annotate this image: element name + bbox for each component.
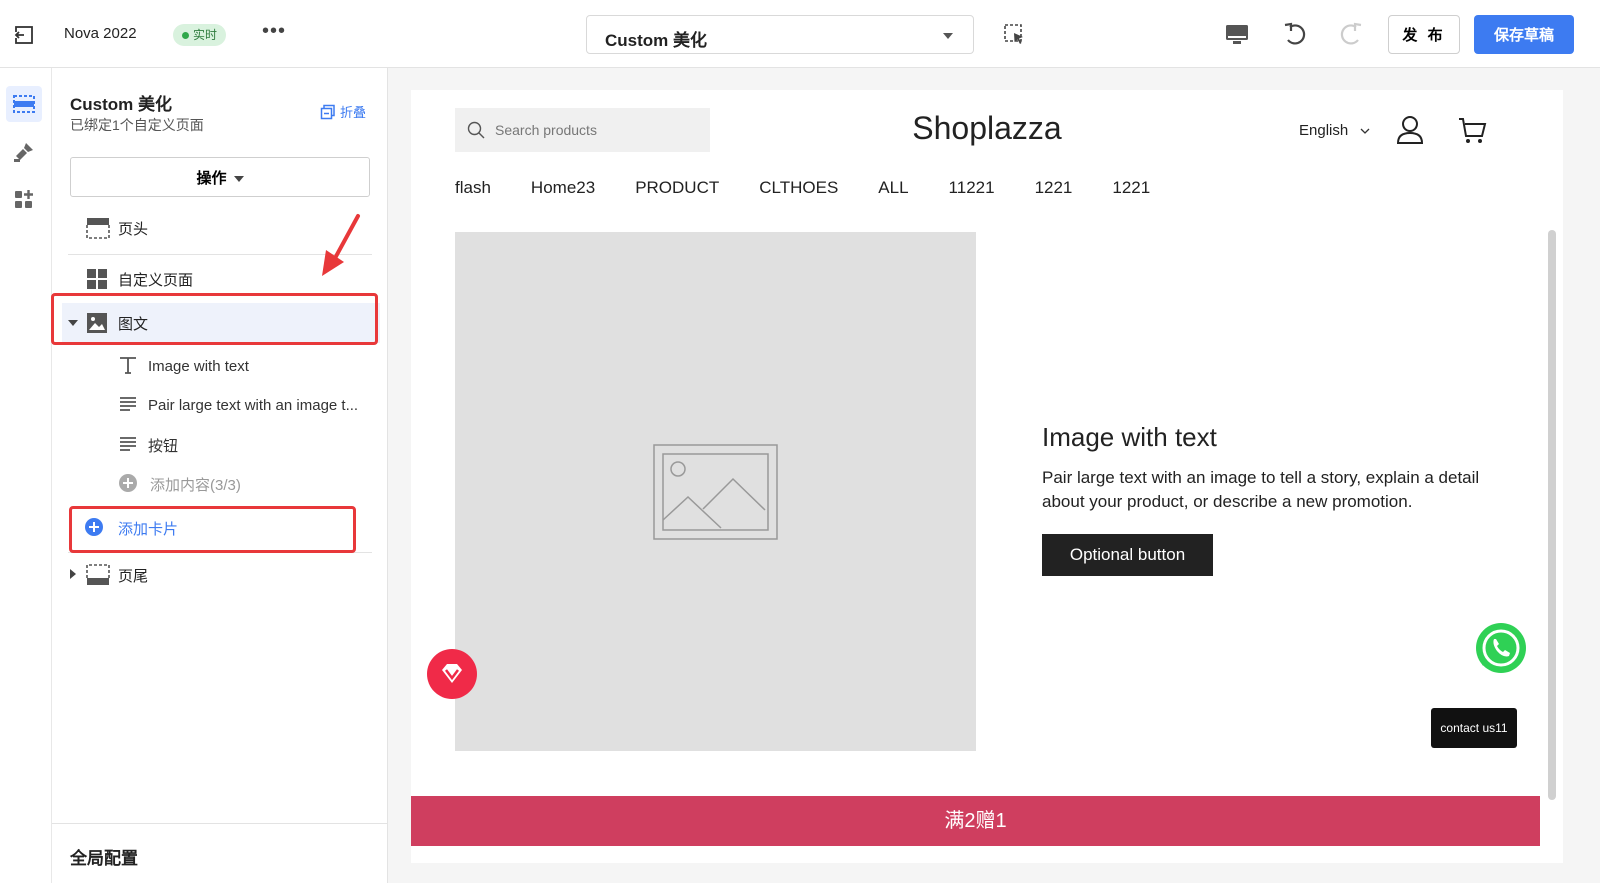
nav-link[interactable]: 1221 (1112, 178, 1150, 198)
tree-item-footer[interactable]: 页尾 (62, 555, 380, 595)
sections-icon[interactable] (6, 86, 42, 122)
expand-triangle-icon[interactable] (68, 320, 78, 326)
panel-title: Custom 美化 (70, 95, 172, 114)
nav-link[interactable]: 1221 (1035, 178, 1073, 198)
contact-us-button[interactable]: contact us11 (1431, 708, 1517, 748)
expand-triangle-icon[interactable] (70, 569, 76, 579)
image-placeholder-icon (653, 444, 778, 540)
chevron-down-icon (1360, 128, 1370, 134)
tree-child-label: 按钮 (148, 437, 179, 455)
redo-icon[interactable] (1336, 20, 1362, 46)
language-selector[interactable]: English (1299, 122, 1370, 139)
publish-button[interactable]: 发 布 (1388, 15, 1460, 54)
more-options-button[interactable]: ••• (262, 20, 286, 43)
caret-down-icon (233, 175, 244, 182)
nav-link[interactable]: ALL (878, 178, 908, 198)
search-placeholder: Search products (495, 122, 597, 138)
page-template-select[interactable]: Custom 美化 (586, 15, 974, 54)
search-icon (467, 121, 485, 139)
nav-link[interactable]: 11221 (949, 178, 995, 198)
section-panel: Custom 美化 已绑定1个自定义页面 折叠 操作 页头 自定义页面 图文 I… (52, 68, 388, 883)
left-rail (0, 68, 52, 883)
tree-child-label: Pair large text with an image t... (148, 396, 359, 414)
tree-divider (68, 552, 372, 553)
grid-layout-icon (86, 268, 108, 294)
add-card-button[interactable]: 添加卡片 (62, 508, 380, 548)
tree-label-image-text: 图文 (118, 315, 149, 333)
tree-item-image-text[interactable]: 图文 (62, 303, 380, 343)
tree-label-footer: 页尾 (118, 567, 149, 585)
section-body-text: Pair large text with an image to tell a … (1042, 468, 1480, 511)
add-card-label: 添加卡片 (118, 520, 179, 538)
page-template-value: Custom 美化 (605, 31, 707, 50)
add-content-label: 添加内容(3/3) (150, 476, 241, 494)
add-content-row[interactable]: 添加内容(3/3) (62, 464, 380, 504)
tree-label-custom-page: 自定义页面 (118, 271, 194, 289)
select-element-icon[interactable] (1002, 22, 1028, 48)
image-placeholder[interactable] (455, 232, 976, 751)
global-config-label: 全局配置 (70, 849, 138, 868)
paragraph-icon (118, 394, 138, 418)
nav-link[interactable]: PRODUCT (635, 178, 719, 198)
optional-button[interactable]: Optional button (1042, 534, 1213, 576)
nav-link[interactable]: Home23 (531, 178, 595, 198)
whatsapp-icon[interactable] (1475, 622, 1527, 679)
diamond-badge-icon[interactable] (426, 648, 478, 705)
desktop-preview-icon[interactable] (1224, 22, 1250, 48)
theme-style-brush-icon[interactable] (6, 134, 42, 170)
paragraph-icon (118, 434, 138, 458)
global-config-button[interactable]: 全局配置 (52, 823, 388, 883)
tree-child-block[interactable]: Image with text (62, 346, 380, 386)
panel-subtitle: 已绑定1个自定义页面 (70, 117, 204, 133)
apps-plugin-icon[interactable] (6, 182, 42, 218)
plus-circle-blue-icon (84, 517, 104, 541)
tree-label-header: 页头 (118, 220, 149, 238)
header-section-icon (86, 217, 110, 243)
store-name: Nova 2022 (64, 25, 137, 42)
footer-section-icon (86, 564, 110, 590)
nav-link[interactable]: CLTHOES (759, 178, 838, 198)
main-nav: flash Home23 PRODUCT CLTHOES ALL 11221 1… (455, 178, 1190, 198)
exit-editor-icon[interactable] (12, 22, 38, 48)
text-T-icon (118, 355, 138, 379)
collapse-button[interactable]: 折叠 (320, 102, 366, 121)
collapse-icon (320, 104, 335, 119)
storefront-preview: Search products Shoplazza English flash … (411, 90, 1563, 863)
image-section-icon (86, 312, 108, 338)
save-draft-button[interactable]: 保存草稿 (1474, 15, 1574, 54)
language-label: English (1299, 122, 1349, 139)
tree-child-block[interactable]: Pair large text with an image t... (62, 385, 380, 425)
tree-child-block[interactable]: 按钮 (62, 425, 380, 465)
promo-announcement-bar: 满2赠1 (411, 796, 1540, 846)
operate-dropdown-button[interactable]: 操作 (70, 157, 370, 197)
account-user-icon[interactable] (1396, 115, 1424, 145)
section-heading: Image with text (1042, 422, 1217, 452)
collapse-label: 折叠 (340, 105, 367, 120)
annotation-arrow-icon (322, 214, 360, 276)
tree-child-label: Image with text (148, 357, 249, 375)
chevron-down-icon (943, 33, 953, 39)
plus-circle-icon (118, 473, 138, 497)
preview-scrollbar[interactable] (1548, 230, 1556, 800)
operate-label: 操作 (196, 169, 227, 187)
nav-link[interactable]: flash (455, 178, 491, 198)
undo-icon[interactable] (1282, 20, 1308, 46)
live-status-badge: 实时 (173, 24, 227, 46)
top-bar: Nova 2022 实时 ••• Custom 美化 发 布 保存草稿 (0, 0, 1600, 68)
storefront-search-input[interactable]: Search products (455, 108, 710, 152)
cart-icon[interactable] (1457, 115, 1487, 145)
